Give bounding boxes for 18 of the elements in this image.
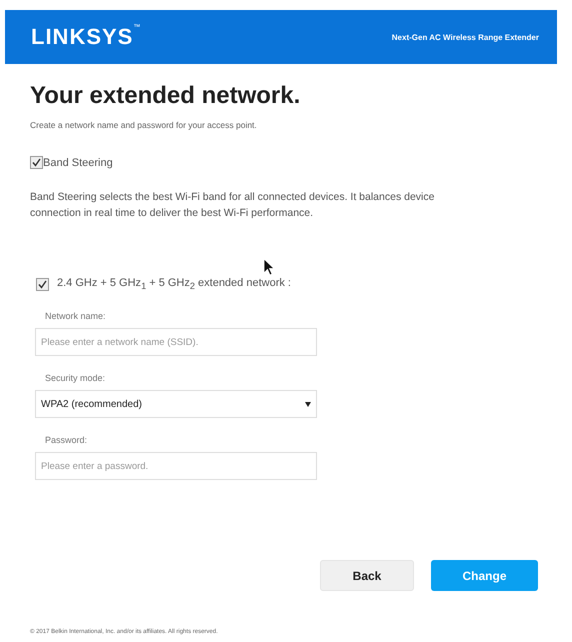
dropdown[interactable]: WPA2 (recommended)	[35, 390, 317, 418]
back-button[interactable]: Back	[320, 560, 414, 592]
field-label: Security mode:	[45, 373, 106, 384]
field-label: Password:	[45, 435, 88, 446]
description: Band Steering selects the best Wi-Fi band for all connected devices. It balances device connection in real time to deliver the best Wi-Fi performance.	[30, 190, 436, 221]
subtitle: Create a network name and password for your access point.	[30, 120, 258, 130]
checkbox-label: Band Steering	[43, 156, 113, 168]
page-title: Your extended network.	[30, 82, 302, 110]
input-field[interactable]: Please enter a network name (SSID).	[35, 328, 317, 356]
cursor-icon	[263, 258, 275, 276]
field-label: Network name:	[45, 311, 107, 322]
checkbox-label: 2.4 GHz + 5 GHz$_{1}$ + 5 GHz$_{2}$ extended network :	[57, 277, 291, 292]
checkbox[interactable]	[30, 156, 43, 169]
product-name: Next-Gen AC Wireless Range Extender	[392, 32, 539, 42]
logo: LINKSYS$^{™}$	[31, 24, 142, 50]
input-field[interactable]: Please enter a password.	[35, 452, 317, 480]
dropdown-arrow-icon	[305, 402, 311, 407]
checkbox[interactable]	[36, 278, 49, 291]
